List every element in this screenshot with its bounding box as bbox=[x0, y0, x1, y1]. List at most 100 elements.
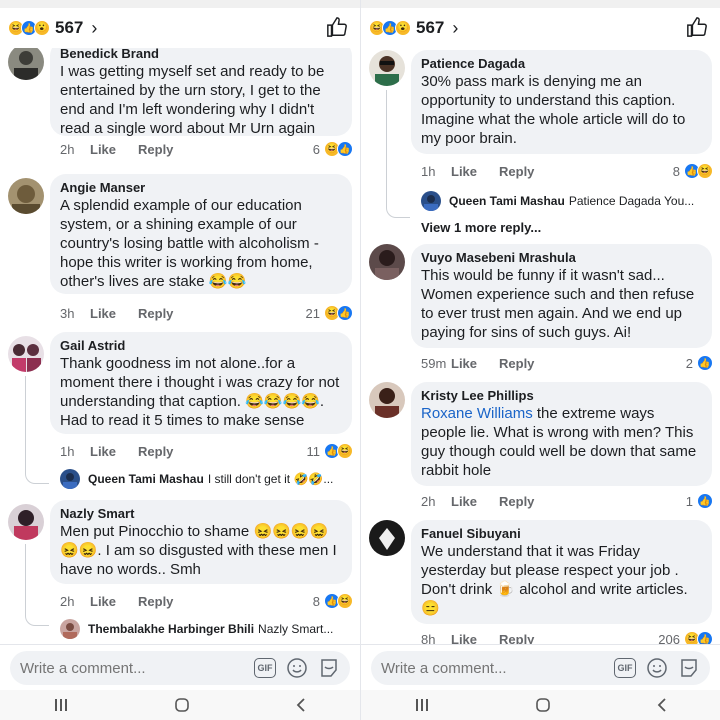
like-icon: 👍 bbox=[697, 493, 713, 509]
comment-bubble[interactable]: Nazly Smart Men put Pinocchio to shame 😖… bbox=[50, 500, 352, 584]
comment-feed[interactable]: Benedick Brand I was getting myself set … bbox=[0, 48, 360, 644]
like-button[interactable]: Like bbox=[451, 632, 477, 645]
avatar[interactable] bbox=[8, 48, 44, 80]
avatar[interactable] bbox=[369, 382, 405, 418]
comment-meta: 3h Like Reply 21 😆 👍 bbox=[60, 304, 353, 322]
reaction-summary[interactable]: 11 👍 😆 bbox=[307, 443, 353, 459]
comment-meta: 2h Like Reply 8 👍 😆 bbox=[60, 592, 353, 610]
avatar[interactable] bbox=[8, 178, 44, 214]
comment-text: We understand that it was Friday yesterd… bbox=[421, 543, 688, 617]
comment-composer: GIF bbox=[0, 644, 360, 690]
back-icon[interactable] bbox=[295, 697, 307, 713]
reply-preview[interactable]: Thembalakhe Harbinger Bhili Nazly Smart.… bbox=[60, 618, 350, 640]
reply-author[interactable]: Thembalakhe Harbinger Bhili bbox=[88, 622, 254, 636]
comment-bubble[interactable]: Fanuel Sibuyani We understand that it wa… bbox=[411, 520, 712, 624]
thread-line bbox=[25, 472, 49, 484]
reactions-header[interactable]: 😆 👍 😮 567 › bbox=[361, 8, 720, 48]
comment-time: 8h bbox=[421, 631, 436, 645]
comment-input[interactable] bbox=[381, 659, 581, 677]
reply-preview[interactable]: Queen Tami Mashau Patience Dagada You... bbox=[421, 190, 710, 212]
gif-icon[interactable]: GIF bbox=[614, 658, 636, 678]
like-button[interactable]: Like bbox=[451, 356, 477, 371]
thumbs-up-icon[interactable] bbox=[686, 16, 708, 38]
emoji-icon[interactable] bbox=[646, 657, 668, 679]
reaction-summary[interactable]: 1 👍 bbox=[686, 493, 713, 509]
reply-button[interactable]: Reply bbox=[138, 142, 173, 157]
haha-icon: 😆 bbox=[337, 443, 353, 459]
comment-input[interactable] bbox=[20, 659, 220, 677]
reply-button[interactable]: Reply bbox=[138, 444, 173, 459]
back-icon[interactable] bbox=[656, 697, 668, 713]
comment-meta: 8h Like Reply 206 😆 👍 bbox=[421, 630, 713, 645]
reaction-count: 2 bbox=[685, 355, 693, 371]
avatar[interactable] bbox=[369, 520, 405, 556]
avatar[interactable] bbox=[369, 50, 405, 86]
commenter-name[interactable]: Angie Manser bbox=[60, 180, 342, 196]
reply-button[interactable]: Reply bbox=[499, 356, 534, 371]
avatar[interactable] bbox=[369, 244, 405, 280]
sticker-icon[interactable] bbox=[318, 657, 340, 679]
gif-icon[interactable]: GIF bbox=[254, 658, 276, 678]
comment-bubble[interactable]: Benedick Brand I was getting myself set … bbox=[50, 48, 352, 137]
thumbs-up-icon[interactable] bbox=[326, 16, 348, 38]
like-button[interactable]: Like bbox=[90, 306, 116, 321]
reply-button[interactable]: Reply bbox=[499, 164, 534, 179]
reply-button[interactable]: Reply bbox=[499, 632, 534, 645]
reaction-summary[interactable]: 21 😆 👍 bbox=[305, 305, 353, 321]
comment-composer: GIF bbox=[361, 644, 720, 690]
reaction-summary[interactable]: 6 😆 👍 bbox=[313, 141, 353, 157]
commenter-name[interactable]: Vuyo Masebeni Mrashula bbox=[421, 250, 702, 266]
commenter-name[interactable]: Fanuel Sibuyani bbox=[421, 526, 702, 542]
sticker-icon[interactable] bbox=[678, 657, 700, 679]
commenter-name[interactable]: Nazly Smart bbox=[60, 506, 342, 522]
comment-bubble[interactable]: Kristy Lee Phillips Roxane Williams the … bbox=[411, 382, 712, 486]
reply-button[interactable]: Reply bbox=[138, 594, 173, 609]
reply-author[interactable]: Queen Tami Mashau bbox=[88, 472, 204, 486]
home-icon[interactable] bbox=[535, 697, 551, 713]
comment-feed[interactable]: Patience Dagada 30% pass mark is denying… bbox=[361, 48, 720, 644]
avatar[interactable] bbox=[8, 504, 44, 540]
reactions-header[interactable]: 😆 👍 😮 567 › bbox=[0, 8, 360, 48]
reaction-count: 567 bbox=[55, 18, 84, 37]
reaction-summary[interactable]: 8 👍 😆 bbox=[673, 163, 713, 179]
left-pane: 😆 👍 😮 567 › Benedick Brand I was getting… bbox=[0, 0, 360, 720]
like-icon: 👍 bbox=[697, 631, 713, 644]
reaction-summary[interactable]: 8 👍 😆 bbox=[313, 593, 353, 609]
emoji-icon[interactable] bbox=[286, 657, 308, 679]
comment-meta: 2h Like Reply 1 👍 bbox=[421, 492, 713, 510]
avatar[interactable] bbox=[8, 336, 44, 372]
reply-author[interactable]: Queen Tami Mashau bbox=[449, 194, 565, 208]
like-button[interactable]: Like bbox=[451, 164, 477, 179]
recents-icon[interactable] bbox=[414, 698, 430, 712]
reply-preview[interactable]: Queen Tami Mashau I still don't get it 🤣… bbox=[60, 468, 350, 490]
comment-bubble[interactable]: Angie Manser A splendid example of our e… bbox=[50, 174, 352, 294]
commenter-name[interactable]: Gail Astrid bbox=[60, 338, 342, 354]
reply-button[interactable]: Reply bbox=[499, 494, 534, 509]
like-button[interactable]: Like bbox=[90, 444, 116, 459]
reaction-summary[interactable]: 2 👍 bbox=[685, 355, 713, 371]
status-bar bbox=[0, 0, 360, 8]
recents-icon[interactable] bbox=[53, 698, 69, 712]
commenter-name[interactable]: Benedick Brand bbox=[60, 48, 342, 62]
mention-link[interactable]: Roxane Williams bbox=[421, 405, 533, 422]
comment-bubble[interactable]: Gail Astrid Thank goodness im not alone.… bbox=[50, 332, 352, 434]
like-button[interactable]: Like bbox=[90, 594, 116, 609]
comment-bubble[interactable]: Patience Dagada 30% pass mark is denying… bbox=[411, 50, 712, 154]
view-more-replies-link[interactable]: View 1 more reply... bbox=[421, 220, 541, 235]
like-button[interactable]: Like bbox=[451, 494, 477, 509]
chevron-right-icon[interactable]: › bbox=[452, 18, 458, 39]
reaction-count: 21 bbox=[305, 305, 320, 321]
thread-line bbox=[25, 544, 26, 616]
reply-button[interactable]: Reply bbox=[138, 306, 173, 321]
commenter-name[interactable]: Kristy Lee Phillips bbox=[421, 388, 702, 404]
comment-bubble[interactable]: Vuyo Masebeni Mrashula This would be fun… bbox=[411, 244, 712, 348]
comment-time: 59m bbox=[421, 355, 447, 371]
reaction-summary[interactable]: 206 😆 👍 bbox=[658, 631, 713, 644]
home-icon[interactable] bbox=[174, 697, 190, 713]
wow-icon: 😮 bbox=[395, 20, 411, 36]
comment-text: A splendid example of our education syst… bbox=[60, 197, 319, 290]
commenter-name[interactable]: Patience Dagada bbox=[421, 56, 702, 72]
chevron-right-icon[interactable]: › bbox=[91, 18, 97, 39]
comment-time: 1h bbox=[60, 443, 75, 459]
like-button[interactable]: Like bbox=[90, 142, 116, 157]
